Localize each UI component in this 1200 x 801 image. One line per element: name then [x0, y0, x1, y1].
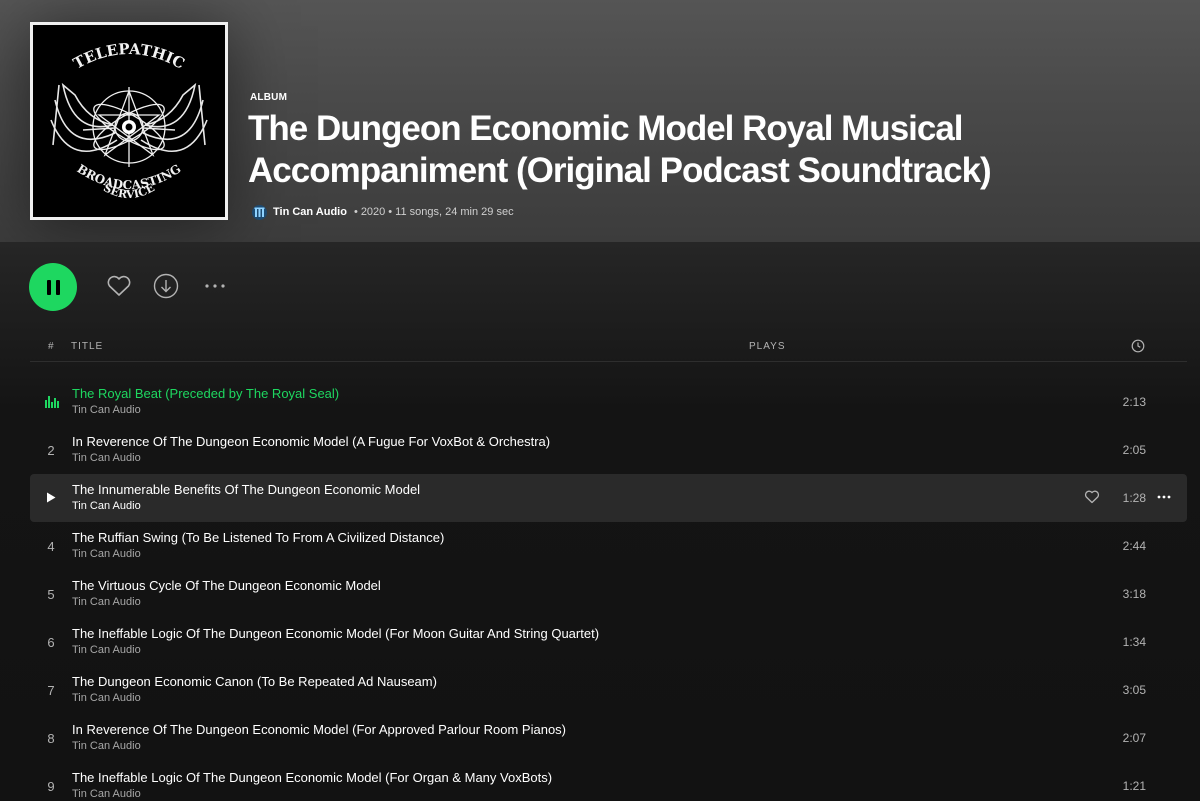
- track-number: 5: [47, 587, 55, 602]
- track-duration: 1:21: [1122, 779, 1146, 793]
- artist-avatar[interactable]: [252, 204, 267, 220]
- track-row[interactable]: 7 The Dungeon Economic Canon (To Be Repe…: [30, 666, 1187, 714]
- play-icon[interactable]: [30, 491, 72, 506]
- more-icon[interactable]: [201, 272, 229, 300]
- track-artist[interactable]: Tin Can Audio: [72, 404, 141, 416]
- album-year: 2020: [360, 206, 386, 218]
- track-duration: 3:18: [1122, 587, 1146, 601]
- meta-separator: •: [388, 206, 393, 218]
- album-meta: Tin Can Audio • 2020 • 11 songs, 24 min …: [252, 204, 514, 220]
- download-icon[interactable]: [152, 272, 180, 300]
- track-duration: 2:44: [1122, 539, 1146, 553]
- track-duration: 2:07: [1122, 731, 1146, 745]
- album-cover: TELEPATHIC BROADCASTING SERVICE: [30, 22, 228, 220]
- track-number: 9: [47, 779, 55, 794]
- album-summary: 11 songs, 24 min 29 sec: [395, 206, 514, 218]
- pause-icon-bar: [55, 279, 60, 295]
- heart-icon[interactable]: [1084, 489, 1100, 510]
- track-title[interactable]: The Dungeon Economic Canon (To Be Repeat…: [72, 674, 437, 689]
- track-row[interactable]: 6 The Ineffable Logic Of The Dungeon Eco…: [30, 618, 1187, 666]
- track-artist[interactable]: Tin Can Audio: [72, 500, 141, 512]
- track-row[interactable]: 2 In Reverence Of The Dungeon Economic M…: [30, 426, 1187, 474]
- track-title[interactable]: The Virtuous Cycle Of The Dungeon Econom…: [72, 578, 381, 593]
- track-row[interactable]: 8 In Reverence Of The Dungeon Economic M…: [30, 714, 1187, 762]
- track-title[interactable]: The Ineffable Logic Of The Dungeon Econo…: [72, 626, 599, 641]
- pause-button[interactable]: [29, 263, 77, 311]
- cover-text-top: TELEPATHIC: [70, 40, 188, 73]
- track-duration: 3:05: [1122, 683, 1146, 697]
- track-title[interactable]: In Reverence Of The Dungeon Economic Mod…: [72, 722, 566, 737]
- track-artist[interactable]: Tin Can Audio: [72, 644, 141, 656]
- album-type-label: ALBUM: [250, 92, 288, 103]
- track-row[interactable]: 5 The Virtuous Cycle Of The Dungeon Econ…: [30, 570, 1187, 618]
- track-number: 8: [47, 731, 55, 746]
- track-row[interactable]: The Innumerable Benefits Of The Dungeon …: [30, 474, 1187, 522]
- track-number: 6: [47, 635, 55, 650]
- page-title: The Dungeon Economic Model Royal Musical…: [248, 109, 992, 190]
- track-row[interactable]: The Royal Beat (Preceded by The Royal Se…: [30, 378, 1187, 426]
- track-duration: 2:05: [1122, 443, 1146, 457]
- track-row[interactable]: 4 The Ruffian Swing (To Be Listened To F…: [30, 522, 1187, 570]
- track-duration: 2:13: [1122, 395, 1146, 409]
- pause-icon-bar: [46, 279, 51, 295]
- heart-icon[interactable]: [105, 272, 133, 300]
- track-title[interactable]: In Reverence Of The Dungeon Economic Mod…: [72, 434, 550, 449]
- column-title[interactable]: TITLE: [71, 341, 103, 352]
- track-artist[interactable]: Tin Can Audio: [72, 788, 141, 800]
- track-artist[interactable]: Tin Can Audio: [72, 548, 141, 560]
- artist-link[interactable]: Tin Can Audio: [273, 206, 347, 218]
- track-artist[interactable]: Tin Can Audio: [72, 452, 141, 464]
- tracklist-header: # TITLE PLAYS: [30, 334, 1187, 362]
- track-number: 4: [47, 539, 55, 554]
- tracklist: The Royal Beat (Preceded by The Royal Se…: [30, 378, 1187, 801]
- track-duration: 1:34: [1122, 635, 1146, 649]
- track-title[interactable]: The Royal Beat (Preceded by The Royal Se…: [72, 386, 339, 401]
- cover-art-logo: TELEPATHIC BROADCASTING SERVICE: [50, 40, 208, 201]
- track-artist[interactable]: Tin Can Audio: [72, 740, 141, 752]
- track-title[interactable]: The Ineffable Logic Of The Dungeon Econo…: [72, 770, 552, 785]
- track-title[interactable]: The Innumerable Benefits Of The Dungeon …: [72, 482, 420, 497]
- track-artist[interactable]: Tin Can Audio: [72, 692, 141, 704]
- track-number: 7: [47, 683, 55, 698]
- meta-separator: •: [353, 206, 358, 218]
- track-title[interactable]: The Ruffian Swing (To Be Listened To Fro…: [72, 530, 444, 545]
- column-plays[interactable]: PLAYS: [749, 341, 786, 352]
- column-number: #: [48, 341, 55, 352]
- track-artist[interactable]: Tin Can Audio: [72, 596, 141, 608]
- equalizer-icon: [45, 396, 59, 408]
- track-number: 2: [47, 443, 55, 458]
- clock-icon[interactable]: [1131, 339, 1145, 356]
- track-duration: 1:28: [1122, 491, 1146, 505]
- track-row[interactable]: 9 The Ineffable Logic Of The Dungeon Eco…: [30, 762, 1187, 801]
- more-icon[interactable]: [1156, 489, 1172, 510]
